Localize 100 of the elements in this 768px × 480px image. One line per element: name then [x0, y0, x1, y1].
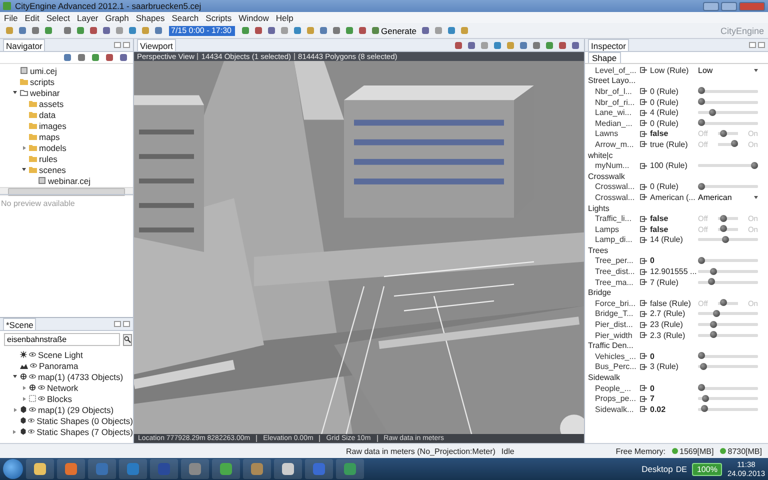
toolbar-button[interactable] — [492, 40, 503, 50]
tree-item[interactable]: Network — [47, 382, 78, 392]
menu-item[interactable]: File — [4, 12, 18, 22]
tree-item[interactable]: scenes — [39, 164, 66, 174]
toolbar-button[interactable] — [104, 52, 115, 63]
connector-icon[interactable] — [640, 110, 647, 116]
toolbar-button[interactable] — [76, 52, 87, 63]
slider[interactable] — [698, 238, 758, 242]
toolbar-button[interactable] — [240, 25, 251, 36]
toolbar-button[interactable] — [75, 25, 86, 36]
slider-thumb[interactable] — [698, 352, 705, 360]
taskbar-app-icon[interactable] — [274, 459, 302, 479]
toolbar-button[interactable] — [101, 25, 112, 36]
toolbar-button[interactable] — [118, 52, 129, 63]
taskbar-app-icon[interactable] — [243, 459, 271, 479]
generate-button[interactable]: Generate — [370, 26, 418, 36]
tree-item[interactable]: Static Shapes (0 Objects) — [36, 416, 133, 426]
connector-icon[interactable] — [640, 67, 647, 74]
connector-icon[interactable] — [640, 184, 647, 190]
expand-toggle[interactable] — [12, 406, 18, 412]
connector-icon[interactable] — [640, 99, 647, 106]
slider[interactable] — [698, 164, 758, 168]
menu-item[interactable]: Window — [238, 12, 269, 22]
menu-item[interactable]: Search — [172, 12, 199, 22]
expand-toggle[interactable] — [21, 396, 27, 402]
search-field[interactable]: eisenbahnstraße — [4, 333, 120, 346]
slider-thumb[interactable] — [700, 405, 708, 412]
toggle-switch[interactable] — [718, 217, 738, 220]
toolbar-button[interactable] — [446, 25, 458, 36]
slider[interactable] — [698, 270, 758, 274]
slider-thumb[interactable] — [698, 119, 705, 126]
connector-icon[interactable] — [640, 300, 647, 306]
connector-icon[interactable] — [640, 364, 647, 370]
slider-thumb[interactable] — [722, 236, 729, 243]
taskbar-app-icon[interactable] — [181, 459, 209, 479]
connector-icon[interactable] — [640, 310, 647, 317]
minimize-button[interactable] — [749, 42, 756, 48]
tree-item[interactable]: webinar — [30, 88, 60, 98]
toggle-switch[interactable] — [718, 302, 738, 305]
expand-toggle[interactable] — [12, 90, 18, 96]
toolbar-button[interactable] — [557, 40, 568, 50]
connector-icon[interactable] — [640, 130, 647, 137]
eye-icon[interactable] — [38, 396, 45, 401]
toolbar-button[interactable] — [531, 40, 542, 50]
menu-item[interactable]: Edit — [24, 12, 40, 22]
panel-tab[interactable]: *Scene — [3, 318, 36, 330]
expand-toggle[interactable] — [21, 166, 27, 172]
tree-item[interactable]: maps — [39, 132, 60, 142]
toolbar-button[interactable] — [90, 52, 101, 63]
dropdown[interactable]: Low — [698, 66, 758, 75]
slider[interactable] — [698, 100, 758, 104]
slider-thumb[interactable] — [710, 320, 717, 328]
toolbar-button[interactable] — [453, 40, 464, 50]
slider-thumb[interactable] — [700, 362, 707, 370]
slider-thumb[interactable] — [698, 256, 705, 264]
minimize-button[interactable] — [114, 42, 121, 48]
tree-item[interactable]: webinar.cej — [48, 176, 91, 186]
tree-item[interactable]: Scene Light — [38, 350, 83, 360]
slider[interactable] — [698, 354, 758, 358]
connector-icon[interactable] — [640, 236, 647, 243]
connector-icon[interactable] — [640, 268, 647, 275]
slider[interactable] — [698, 122, 758, 125]
expand-toggle[interactable] — [21, 384, 27, 390]
eye-icon[interactable] — [29, 352, 36, 357]
toggle-switch[interactable] — [718, 228, 738, 231]
tree-item[interactable]: Blocks — [47, 394, 72, 404]
search-button[interactable] — [123, 334, 132, 346]
connector-icon[interactable] — [640, 332, 647, 338]
connector-icon[interactable] — [640, 406, 647, 412]
slider[interactable] — [698, 280, 758, 284]
toolbar-button[interactable] — [62, 52, 73, 63]
connector-icon[interactable] — [640, 396, 647, 402]
connector-icon[interactable] — [640, 258, 647, 264]
eye-icon[interactable] — [29, 374, 36, 379]
taskbar-app-icon[interactable] — [212, 459, 240, 479]
minimize-button[interactable] — [114, 321, 121, 327]
slider[interactable] — [698, 90, 758, 93]
toolbar-button[interactable] — [344, 25, 355, 36]
slider[interactable] — [698, 386, 758, 390]
tree-item[interactable]: umi.cej — [30, 66, 57, 76]
toolbar-button[interactable] — [266, 25, 277, 36]
connector-icon[interactable] — [640, 226, 647, 232]
dropdown[interactable]: American — [698, 192, 758, 202]
desktop-label[interactable]: Desktop — [642, 464, 673, 474]
slider-thumb[interactable] — [702, 394, 709, 402]
connector-icon[interactable] — [640, 141, 647, 148]
connector-icon[interactable] — [640, 120, 647, 126]
taskbar-app-icon[interactable] — [26, 459, 54, 479]
menu-item[interactable]: Select — [46, 12, 70, 22]
slider-thumb[interactable] — [708, 278, 715, 286]
language-indicator[interactable]: DE — [676, 464, 687, 474]
toolbar-button[interactable] — [357, 25, 368, 36]
toolbar-button[interactable] — [570, 40, 581, 50]
shape-tab[interactable]: Shape — [588, 52, 621, 63]
toolbar-button[interactable] — [518, 40, 529, 50]
expand-toggle[interactable] — [21, 144, 27, 150]
toolbar-button[interactable] — [318, 25, 329, 36]
slider[interactable] — [698, 185, 758, 188]
menu-item[interactable]: Help — [276, 12, 294, 22]
menu-item[interactable]: Layer — [76, 12, 98, 22]
